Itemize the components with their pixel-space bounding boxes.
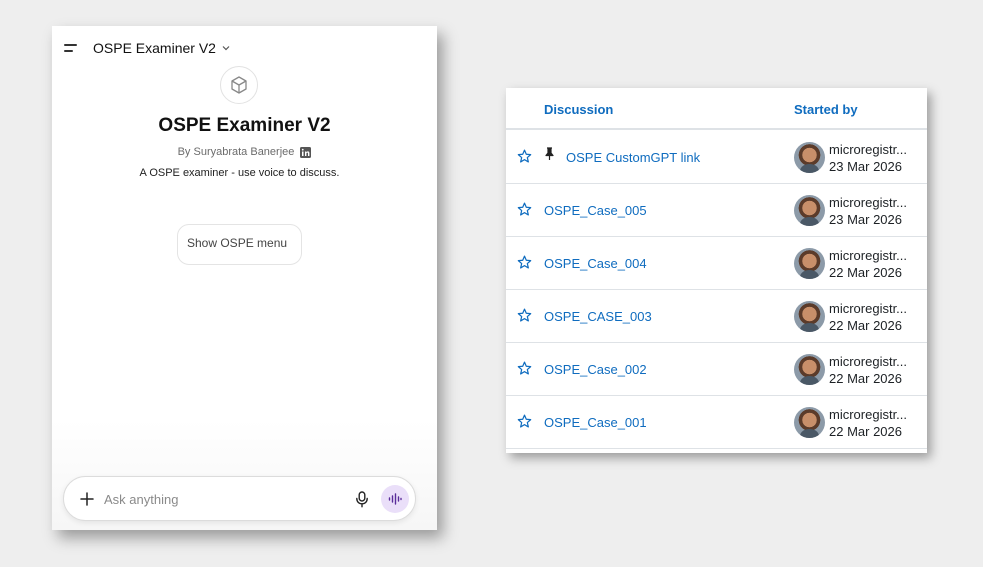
discussion-link[interactable]: OSPE CustomGPT link bbox=[566, 150, 700, 165]
forum-panel: Discussion Started by OSPE CustomGPT lin… bbox=[506, 88, 927, 453]
started-by-user[interactable]: microregistr... bbox=[829, 407, 915, 422]
avatar[interactable] bbox=[794, 301, 825, 332]
table-row: OSPE CustomGPT link microregistr... 23 Mar… bbox=[506, 131, 927, 184]
discussion-link[interactable]: OSPE_Case_001 bbox=[544, 415, 647, 430]
gpt-name-dropdown[interactable]: OSPE Examiner V2 bbox=[93, 40, 216, 56]
avatar[interactable] bbox=[794, 195, 825, 226]
voice-mode-button[interactable] bbox=[381, 485, 409, 513]
table-row: OSPE_Case_005 microregistr... 23 Mar 2026 bbox=[506, 184, 927, 237]
discussion-link[interactable]: OSPE_CASE_003 bbox=[544, 309, 652, 324]
discussion-link[interactable]: OSPE_Case_004 bbox=[544, 256, 647, 271]
linkedin-icon[interactable] bbox=[300, 146, 312, 158]
plus-icon[interactable] bbox=[80, 492, 94, 506]
star-icon[interactable] bbox=[517, 255, 532, 270]
gpt-author: By Suryabrata Banerjee bbox=[52, 146, 437, 158]
started-date: 23 Mar 2026 bbox=[829, 212, 902, 227]
table-row: OSPE_Case_001 microregistr... 22 Mar 2026 bbox=[506, 396, 927, 449]
star-icon[interactable] bbox=[517, 149, 532, 164]
author-name: By Suryabrata Banerjee bbox=[177, 146, 295, 158]
started-date: 23 Mar 2026 bbox=[829, 159, 902, 174]
discussion-link[interactable]: OSPE_Case_002 bbox=[544, 362, 647, 377]
started-date: 22 Mar 2026 bbox=[829, 265, 902, 280]
avatar[interactable] bbox=[794, 142, 825, 173]
table-header: Discussion Started by bbox=[506, 88, 927, 130]
cube-icon bbox=[231, 76, 247, 94]
discussion-link[interactable]: OSPE_Case_005 bbox=[544, 203, 647, 218]
chat-input-bar bbox=[63, 476, 416, 521]
started-date: 22 Mar 2026 bbox=[829, 371, 902, 386]
started-by-user[interactable]: microregistr... bbox=[829, 301, 915, 316]
chat-panel: OSPE Examiner V2 OSPE Examiner V2 By Sur… bbox=[52, 26, 437, 530]
chat-header: OSPE Examiner V2 bbox=[64, 38, 231, 58]
gpt-avatar bbox=[220, 66, 258, 104]
ask-anything-input[interactable] bbox=[104, 490, 334, 508]
star-icon[interactable] bbox=[517, 414, 532, 429]
star-icon[interactable] bbox=[517, 202, 532, 217]
avatar[interactable] bbox=[794, 354, 825, 385]
pin-icon bbox=[545, 147, 554, 161]
microphone-icon[interactable] bbox=[355, 491, 369, 508]
started-date: 22 Mar 2026 bbox=[829, 318, 902, 333]
started-date: 22 Mar 2026 bbox=[829, 424, 902, 439]
column-header-discussion[interactable]: Discussion bbox=[544, 102, 613, 117]
started-by-user[interactable]: microregistr... bbox=[829, 195, 915, 210]
column-header-started-by[interactable]: Started by bbox=[794, 102, 858, 117]
avatar[interactable] bbox=[794, 407, 825, 438]
avatar[interactable] bbox=[794, 248, 825, 279]
started-by-user[interactable]: microregistr... bbox=[829, 354, 915, 369]
menu-icon[interactable] bbox=[64, 43, 78, 53]
voice-mode-icon bbox=[388, 493, 402, 505]
chevron-down-icon[interactable] bbox=[221, 43, 231, 53]
started-by-user[interactable]: microregistr... bbox=[829, 142, 915, 157]
started-by-user[interactable]: microregistr... bbox=[829, 248, 915, 263]
gpt-description: A OSPE examiner - use voice to discuss. bbox=[139, 167, 340, 179]
star-icon[interactable] bbox=[517, 308, 532, 323]
conversation-starter-button[interactable]: Show OSPE menu bbox=[177, 224, 302, 265]
table-row: OSPE_CASE_003 microregistr... 22 Mar 2026 bbox=[506, 290, 927, 343]
star-icon[interactable] bbox=[517, 361, 532, 376]
table-row: OSPE_Case_002 microregistr... 22 Mar 2026 bbox=[506, 343, 927, 396]
table-row: OSPE_Case_004 microregistr... 22 Mar 2026 bbox=[506, 237, 927, 290]
gpt-title: OSPE Examiner V2 bbox=[158, 115, 331, 136]
